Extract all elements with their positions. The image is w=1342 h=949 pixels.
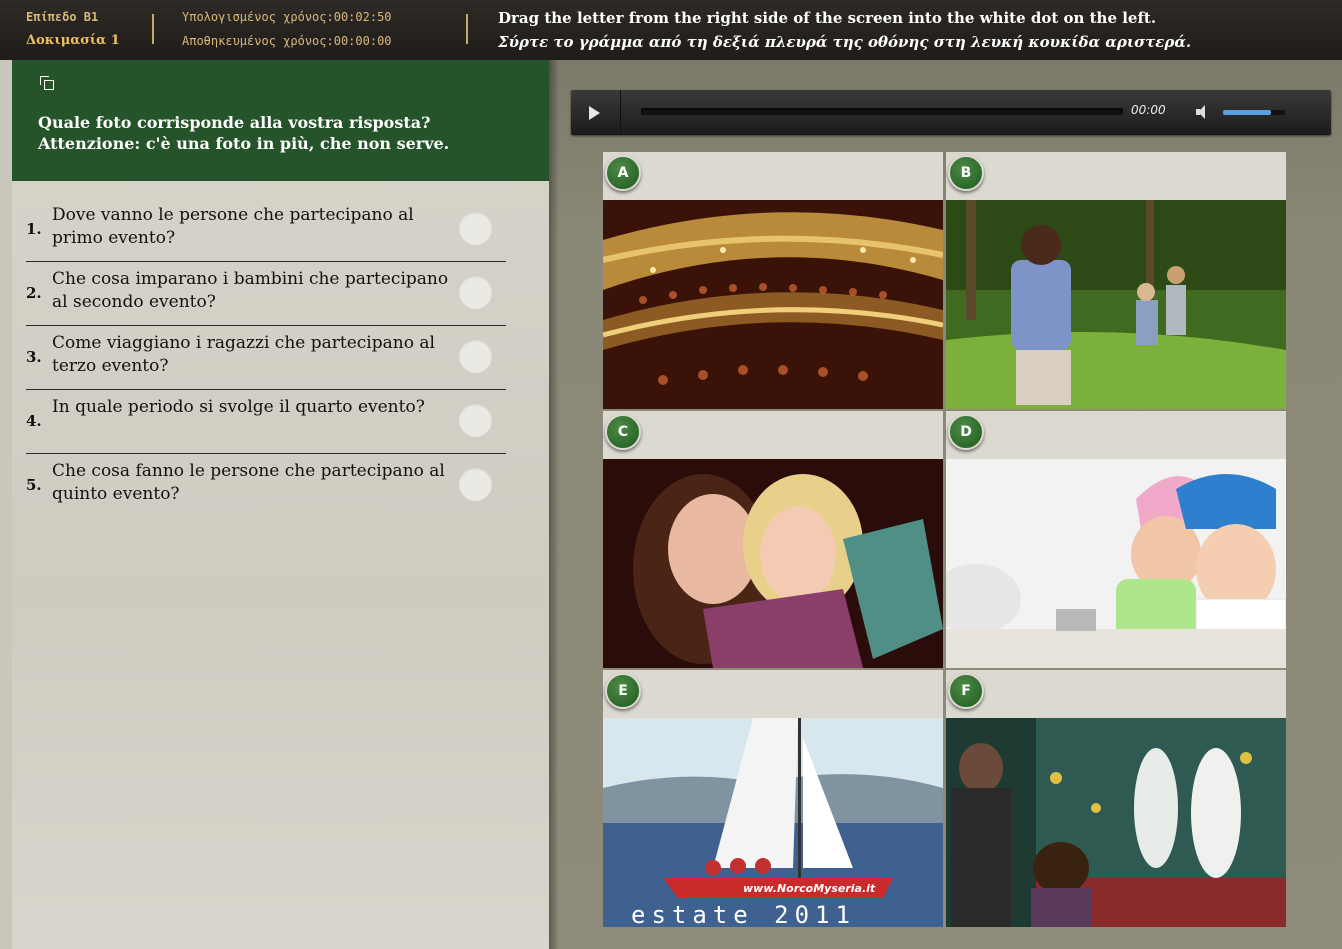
instruction-english: Drag the letter from the right side of t…	[498, 9, 1157, 27]
photo-children-walking-in-woods	[946, 200, 1286, 409]
question-text: Che cosa fanno le persone che partecipan…	[52, 461, 445, 504]
question-item-1: 1. Dove vanno le persone che partecipano…	[26, 198, 506, 262]
copy-icon[interactable]	[40, 76, 54, 90]
photo-theater-audience	[603, 200, 943, 409]
question-number: 4.	[26, 412, 42, 430]
header-separator	[152, 14, 154, 44]
header-separator	[466, 14, 468, 44]
question-item-3: 3. Come viaggiano i ragazzi che partecip…	[26, 326, 506, 390]
prompt-line-1: Quale foto corrisponde alla vostra rispo…	[38, 113, 431, 132]
question-text: In quale periodo si svolge il quarto eve…	[52, 397, 425, 417]
drop-target-dot[interactable]	[459, 468, 492, 501]
question-text: Che cosa imparano i bambini che partecip…	[52, 269, 449, 312]
drop-target-dot[interactable]	[459, 404, 492, 437]
option-card-c[interactable]: C	[603, 411, 943, 668]
question-number: 2.	[26, 284, 42, 302]
draggable-letter-d[interactable]: D	[948, 414, 984, 450]
question-item-5: 5. Che cosa fanno le persone che parteci…	[26, 454, 506, 518]
question-number: 1.	[26, 220, 42, 238]
saved-time: Αποθηκευμένος χρόνος:00:00:00	[182, 34, 392, 48]
photo-sailboat: www.NorcoMyseria.it estate 2011	[603, 718, 943, 927]
option-card-e[interactable]: E www.NorcoMyseria.it estate 2011	[603, 670, 943, 927]
photo-children-cooking	[946, 459, 1286, 668]
question-item-2: 2. Che cosa imparano i bambini che parte…	[26, 262, 506, 326]
question-text: Dove vanno le persone che partecipano al…	[52, 205, 414, 248]
photo-mother-reading-with-child	[603, 459, 943, 668]
drop-target-dot[interactable]	[459, 212, 492, 245]
draggable-letter-f[interactable]: F	[948, 673, 984, 709]
volume-level	[1223, 110, 1272, 115]
question-item-4: 4. In quale periodo si svolge il quarto …	[26, 390, 506, 454]
instruction-greek: Σύρτε το γράμμα από τη δεξιά πλευρά της …	[498, 33, 1192, 51]
drop-target-dot[interactable]	[459, 276, 492, 309]
draggable-letter-b[interactable]: B	[948, 155, 984, 191]
volume-icon[interactable]	[1196, 105, 1216, 119]
level-label: Επίπεδο Β1	[26, 10, 99, 24]
drop-target-dot[interactable]	[459, 340, 492, 373]
audio-progress-track[interactable]	[641, 108, 1123, 115]
panel-shadow	[549, 60, 559, 949]
question-text: Come viaggiano i ragazzi che partecipano…	[52, 333, 435, 376]
top-bar: Επίπεδο Β1 Δοκιμασία 1 Υπολογισμένος χρό…	[0, 0, 1342, 60]
questions-panel: Quale foto corrisponde alla vostra rispo…	[12, 60, 549, 949]
volume-slider[interactable]	[1223, 110, 1285, 115]
draggable-letter-a[interactable]: A	[605, 155, 641, 191]
option-card-d[interactable]: D	[946, 411, 1286, 668]
play-button[interactable]	[571, 90, 621, 135]
option-card-a[interactable]: A	[603, 152, 943, 409]
audio-player: 00:00	[571, 90, 1331, 135]
prompt-line-2: Attenzione: c'è una foto in più, che non…	[38, 134, 450, 153]
test-label: Δοκιμασία 1	[26, 33, 120, 48]
audio-time: 00:00	[1131, 103, 1166, 117]
option-card-b[interactable]: B	[946, 152, 1286, 409]
option-card-f[interactable]: F	[946, 670, 1286, 927]
prompt-header: Quale foto corrisponde alla vostra rispo…	[12, 60, 549, 181]
question-number: 3.	[26, 348, 42, 366]
question-number: 5.	[26, 476, 42, 494]
calculated-time: Υπολογισμένος χρόνος:00:02:50	[182, 10, 392, 24]
prompt-text: Quale foto corrisponde alla vostra rispo…	[38, 112, 449, 154]
draggable-letter-c[interactable]: C	[605, 414, 641, 450]
photo-caption-season: estate 2011	[631, 901, 856, 927]
photo-children-at-aquarium-nativity	[946, 718, 1286, 927]
photo-caption-url: www.NorcoMyseria.it	[743, 882, 876, 895]
draggable-letter-e[interactable]: E	[605, 673, 641, 709]
